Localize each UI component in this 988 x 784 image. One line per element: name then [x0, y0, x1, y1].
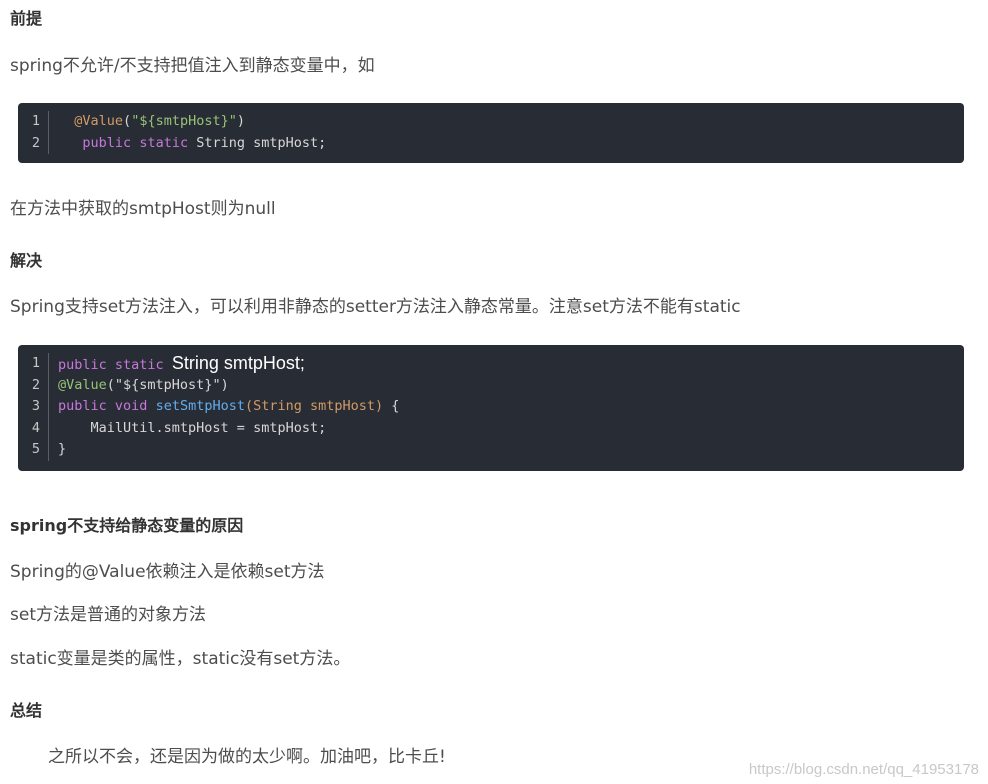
line-code: } [49, 439, 66, 461]
heading-premise: 前提 [10, 9, 43, 28]
code-line: 2 @Value("${smtpHost}") [18, 374, 964, 397]
code-token: ) [236, 113, 245, 129]
line-number: 3 [18, 396, 49, 418]
code-token: (String smtpHost) [244, 398, 384, 414]
line-code: @Value("${smtpHost}") [49, 375, 229, 397]
article-body: 前提 spring不允许/不支持把值注入到静态变量中，如 1 @Value("$… [0, 0, 988, 784]
null-note: 在方法中获取的smtpHost则为null [10, 199, 276, 219]
code-token: public [58, 357, 107, 373]
code-line: 3 public void setSmtpHost(String smtpHost… [18, 396, 964, 418]
code-token: public [58, 398, 107, 414]
code-token: } [58, 441, 67, 457]
code-token: String smtpHost; [188, 134, 327, 151]
code-token: public [82, 134, 132, 151]
code-token: String smtpHost; [171, 353, 305, 373]
line-code: public void setSmtpHost(String smtpHost)… [49, 396, 399, 418]
line-code: MailUtil.smtpHost = smtpHost; [49, 418, 327, 440]
code-token: @Value [58, 376, 107, 393]
premise-text: spring不允许/不支持把值注入到静态变量中，如 [10, 56, 375, 76]
code-token: "${smtpHost}" [131, 113, 237, 129]
line-number: 1 [18, 353, 49, 375]
code-block-2: 1 public static String smtpHost; 2 @Value("… [18, 345, 964, 471]
code-token: static [139, 134, 189, 151]
code-token: setSmtpHost [155, 398, 245, 414]
code-token: ("${smtpHost}") [106, 376, 229, 393]
line-number: 1 [18, 111, 49, 133]
code-token: @Value [74, 113, 124, 129]
code-token: { [383, 398, 400, 414]
line-number: 2 [18, 132, 49, 154]
code-line: 1 public static String smtpHost; [18, 353, 964, 375]
line-number: 4 [18, 417, 49, 439]
code-token: ( [123, 113, 132, 129]
code-token: static [114, 357, 164, 373]
code-line: 5} [18, 439, 964, 461]
line-number: 5 [18, 439, 49, 461]
reason-line-3: static变量是类的属性，static没有set方法。 [10, 649, 351, 669]
code-line: 1 @Value("${smtpHost}") [18, 111, 964, 133]
code-token: MailUtil.smtpHost = smtpHost; [58, 419, 327, 436]
line-number: 2 [18, 374, 49, 396]
code-block-1: 1 @Value("${smtpHost}") 2 public static S… [18, 103, 964, 163]
reason-line-2: set方法是普通的对象方法 [10, 605, 206, 625]
line-code: public static String smtpHost; [49, 133, 326, 155]
reason-line-1: Spring的@Value依赖注入是依赖set方法 [10, 562, 325, 582]
line-code: @Value("${smtpHost}") [49, 111, 245, 133]
code-token: void [114, 398, 148, 414]
summary-text: 之所以不会，还是因为做的太少啊。加油吧，比卡丘! [48, 747, 446, 767]
heading-summary: 总结 [10, 701, 43, 720]
code-line: 4 MailUtil.smtpHost = smtpHost; [18, 417, 964, 440]
solution-text: Spring支持set方法注入，可以利用非静态的setter方法注入静态常量。注… [10, 297, 741, 317]
line-code: public static String smtpHost; [49, 353, 305, 375]
heading-solution: 解决 [10, 251, 43, 270]
heading-reason: spring不支持给静态变量的原因 [10, 516, 244, 535]
watermark-url: https://blog.csdn.net/qq_41953178 [748, 761, 979, 778]
code-line: 2 public static String smtpHost; [18, 132, 964, 155]
